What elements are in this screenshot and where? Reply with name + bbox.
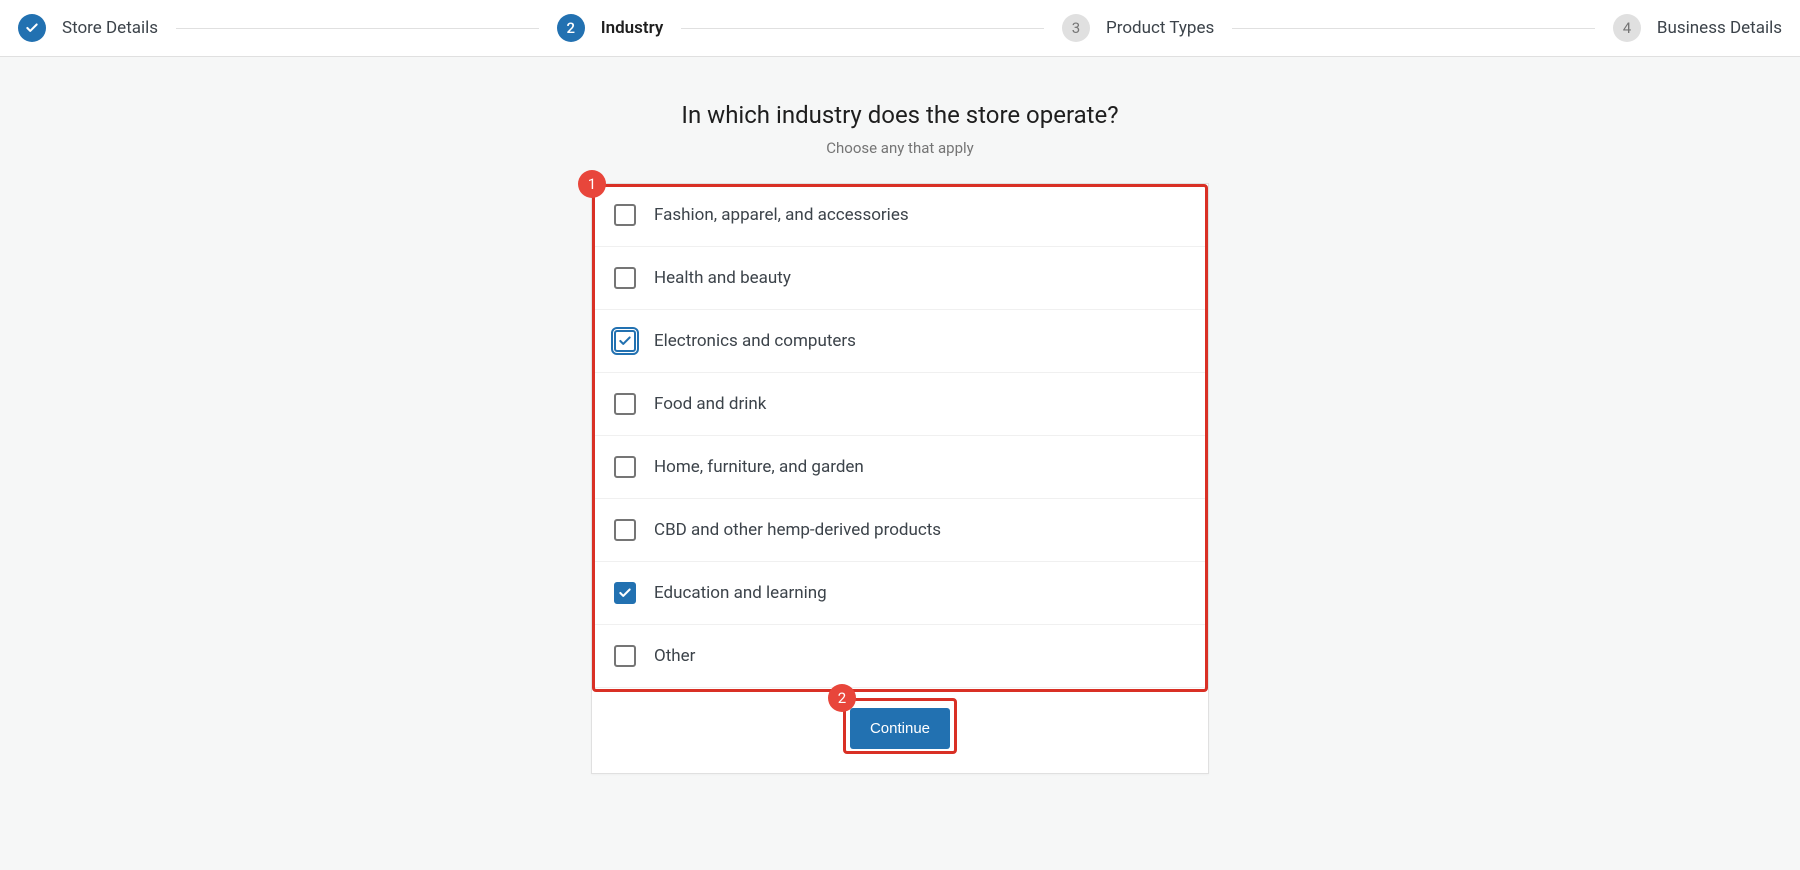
option-row[interactable]: Electronics and computers bbox=[592, 310, 1208, 373]
step-number-icon: 3 bbox=[1062, 14, 1090, 42]
wizard-stepper: Store Details 2 Industry 3 Product Types… bbox=[0, 0, 1800, 57]
page-content: In which industry does the store operate… bbox=[0, 57, 1800, 774]
option-row[interactable]: Health and beauty bbox=[592, 247, 1208, 310]
continue-button[interactable]: Continue bbox=[850, 708, 950, 749]
option-label: Fashion, apparel, and accessories bbox=[654, 205, 909, 225]
option-label: Education and learning bbox=[654, 583, 827, 603]
option-label: Health and beauty bbox=[654, 268, 791, 288]
option-label: Electronics and computers bbox=[654, 331, 856, 351]
option-row[interactable]: CBD and other hemp-derived products bbox=[592, 499, 1208, 562]
checkbox-icon[interactable] bbox=[614, 330, 636, 352]
step-divider bbox=[681, 28, 1044, 29]
step-label: Product Types bbox=[1106, 18, 1214, 38]
step-business-details[interactable]: 4 Business Details bbox=[1613, 14, 1782, 42]
option-row[interactable]: Other bbox=[592, 625, 1208, 688]
step-label: Business Details bbox=[1657, 18, 1782, 38]
option-label: Food and drink bbox=[654, 394, 766, 414]
step-divider bbox=[176, 28, 539, 29]
page-subtitle: Choose any that apply bbox=[826, 139, 974, 157]
checkbox-icon[interactable] bbox=[614, 393, 636, 415]
step-divider bbox=[1232, 28, 1595, 29]
annotation-badge-1: 1 bbox=[578, 170, 606, 198]
checkbox-icon[interactable] bbox=[614, 267, 636, 289]
option-row[interactable]: Food and drink bbox=[592, 373, 1208, 436]
option-label: CBD and other hemp-derived products bbox=[654, 520, 941, 540]
option-row[interactable]: Education and learning bbox=[592, 562, 1208, 625]
step-store-details[interactable]: Store Details bbox=[18, 14, 158, 42]
checkbox-icon[interactable] bbox=[614, 204, 636, 226]
options-list: Fashion, apparel, and accessories Health … bbox=[592, 184, 1208, 688]
step-industry[interactable]: 2 Industry bbox=[557, 14, 664, 42]
step-label: Industry bbox=[601, 18, 664, 38]
step-product-types[interactable]: 3 Product Types bbox=[1062, 14, 1214, 42]
step-label: Store Details bbox=[62, 18, 158, 38]
step-number-icon: 2 bbox=[557, 14, 585, 42]
option-row[interactable]: Fashion, apparel, and accessories bbox=[592, 184, 1208, 247]
step-number-icon: 4 bbox=[1613, 14, 1641, 42]
checkbox-icon[interactable] bbox=[614, 519, 636, 541]
checkbox-icon[interactable] bbox=[614, 582, 636, 604]
page-title: In which industry does the store operate… bbox=[681, 101, 1118, 129]
options-card: Fashion, apparel, and accessories Health … bbox=[591, 183, 1209, 774]
checkbox-icon[interactable] bbox=[614, 645, 636, 667]
check-icon bbox=[18, 14, 46, 42]
continue-area: Continue 2 bbox=[592, 688, 1208, 773]
option-row[interactable]: Home, furniture, and garden bbox=[592, 436, 1208, 499]
annotation-badge-2: 2 bbox=[828, 684, 856, 712]
checkbox-icon[interactable] bbox=[614, 456, 636, 478]
option-label: Home, furniture, and garden bbox=[654, 457, 864, 477]
option-label: Other bbox=[654, 646, 695, 666]
